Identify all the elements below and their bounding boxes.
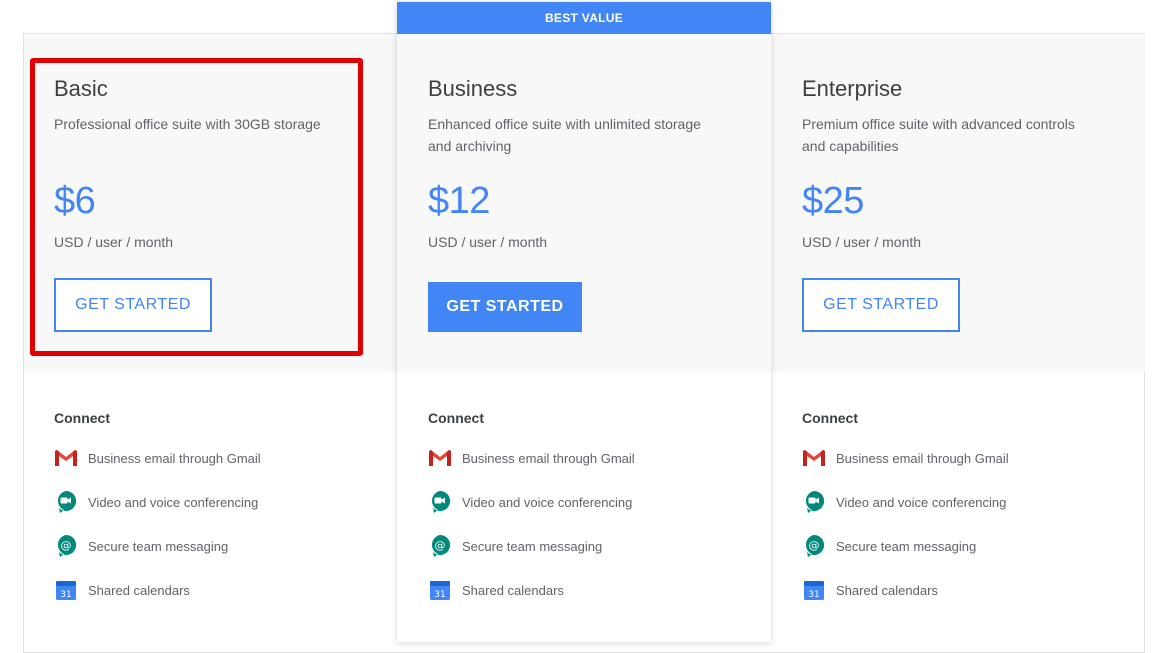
feature-item: Video and voice conferencing — [802, 490, 1007, 513]
feature-label: Business email through Gmail — [88, 450, 261, 466]
plan-price-business: $12 — [428, 180, 490, 222]
feature-item: @ Secure team messaging — [428, 534, 603, 557]
section-title-connect: Connect — [54, 410, 110, 426]
feature-item: 31 Shared calendars — [54, 579, 190, 601]
plan-price-enterprise: $25 — [802, 180, 864, 222]
chat-icon: @ — [54, 534, 78, 557]
feature-item: 31 Shared calendars — [428, 579, 564, 601]
feature-label: Secure team messaging — [88, 538, 229, 554]
chat-icon: @ — [802, 534, 826, 557]
calendar-icon: 31 — [428, 579, 452, 601]
calendar-day: 31 — [434, 590, 445, 600]
gmail-icon — [802, 447, 826, 469]
feature-item: Video and voice conferencing — [428, 490, 633, 513]
plan-price-basic: $6 — [54, 180, 96, 222]
section-title-connect: Connect — [802, 410, 858, 426]
calendar-day: 31 — [60, 590, 71, 600]
feature-label: Video and voice conferencing — [88, 494, 259, 510]
gmail-icon — [54, 447, 78, 469]
feature-label: Shared calendars — [88, 582, 190, 598]
plan-unit-basic: USD / user / month — [54, 234, 174, 250]
feature-item: Business email through Gmail — [428, 447, 635, 469]
svg-text:@: @ — [435, 539, 446, 552]
best-value-badge: BEST VALUE — [397, 2, 771, 34]
feature-item: 31 Shared calendars — [802, 579, 938, 601]
calendar-day: 31 — [808, 590, 819, 600]
feature-item: @ Secure team messaging — [802, 534, 977, 557]
plan-description-basic: Professional office suite with 30GB stor… — [54, 116, 321, 132]
feature-item: Business email through Gmail — [802, 447, 1009, 469]
get-started-button-enterprise[interactable]: GET STARTED — [802, 278, 960, 332]
feature-label: Business email through Gmail — [836, 450, 1009, 466]
get-started-button-business[interactable]: GET STARTED — [428, 282, 582, 332]
meet-icon — [428, 490, 452, 513]
feature-label: Shared calendars — [462, 582, 564, 598]
feature-label: Business email through Gmail — [462, 450, 635, 466]
feature-item: Business email through Gmail — [54, 447, 261, 469]
plan-name-enterprise: Enterprise — [802, 76, 903, 101]
chat-icon: @ — [428, 534, 452, 557]
meet-icon — [802, 490, 826, 513]
feature-item: @ Secure team messaging — [54, 534, 229, 557]
svg-text:@: @ — [61, 539, 72, 552]
svg-text:@: @ — [809, 539, 820, 552]
feature-label: Video and voice conferencing — [462, 494, 633, 510]
plan-unit-enterprise: USD / user / month — [802, 234, 922, 250]
feature-label: Video and voice conferencing — [836, 494, 1007, 510]
feature-label: Secure team messaging — [836, 538, 977, 554]
plan-name-business: Business — [428, 76, 518, 101]
calendar-icon: 31 — [802, 579, 826, 601]
meet-icon — [54, 490, 78, 513]
feature-label: Secure team messaging — [462, 538, 603, 554]
gmail-icon — [428, 447, 452, 469]
plan-description-business: Enhanced office suite with unlimited sto… — [428, 116, 701, 154]
plan-unit-business: USD / user / month — [428, 234, 548, 250]
plan-name-basic: Basic — [54, 76, 108, 101]
calendar-icon: 31 — [54, 579, 78, 601]
get-started-button-basic[interactable]: GET STARTED — [54, 278, 212, 332]
feature-label: Shared calendars — [836, 582, 938, 598]
section-title-connect: Connect — [428, 410, 484, 426]
feature-item: Video and voice conferencing — [54, 490, 259, 513]
plan-description-enterprise: Premium office suite with advanced contr… — [802, 116, 1075, 154]
